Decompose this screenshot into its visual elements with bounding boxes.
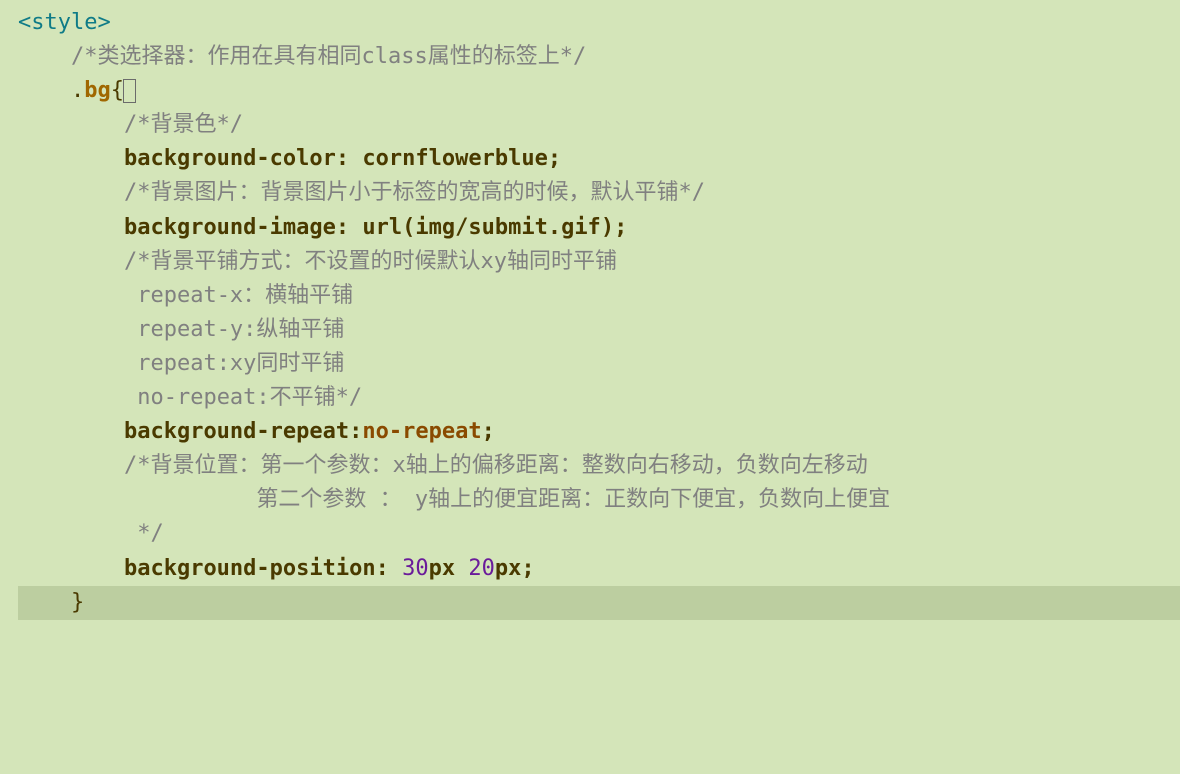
code-line-10: repeat-y:纵轴平铺 — [18, 317, 344, 342]
code-line-16: */ — [18, 521, 164, 546]
code-line-18-highlighted: } — [18, 586, 1180, 620]
code-line-17: background-position: 30px 20px; — [18, 556, 535, 581]
code-line-7: background-image: url(img/submit.gif); — [18, 215, 627, 240]
code-line-1: <style> — [18, 10, 111, 35]
code-line-6: /*背景图片：背景图片小于标签的宽高的时候，默认平铺*/ — [18, 180, 705, 205]
text-cursor — [123, 79, 136, 103]
code-line-4: /*背景色*/ — [18, 112, 243, 137]
code-line-12: no-repeat:不平铺*/ — [18, 385, 362, 410]
code-line-15: 第二个参数 ： y轴上的便宜距离：正数向下便宜，负数向上便宜 — [18, 487, 890, 512]
code-line-8: /*背景平铺方式：不设置的时候默认xy轴同时平铺 — [18, 249, 617, 274]
code-line-3: .bg{ — [18, 78, 136, 103]
code-line-11: repeat:xy同时平铺 — [18, 351, 344, 376]
code-line-9: repeat-x：横轴平铺 — [18, 283, 353, 308]
code-editor[interactable]: <style> /*类选择器：作用在具有相同class属性的标签上*/ .bg{… — [0, 0, 1180, 620]
code-line-5: background-color: cornflowerblue; — [18, 146, 561, 171]
code-line-14: /*背景位置：第一个参数：x轴上的偏移距离：整数向右移动，负数向左移动 — [18, 453, 868, 478]
code-line-2: /*类选择器：作用在具有相同class属性的标签上*/ — [18, 44, 586, 69]
code-line-13: background-repeat:no-repeat; — [18, 419, 495, 444]
